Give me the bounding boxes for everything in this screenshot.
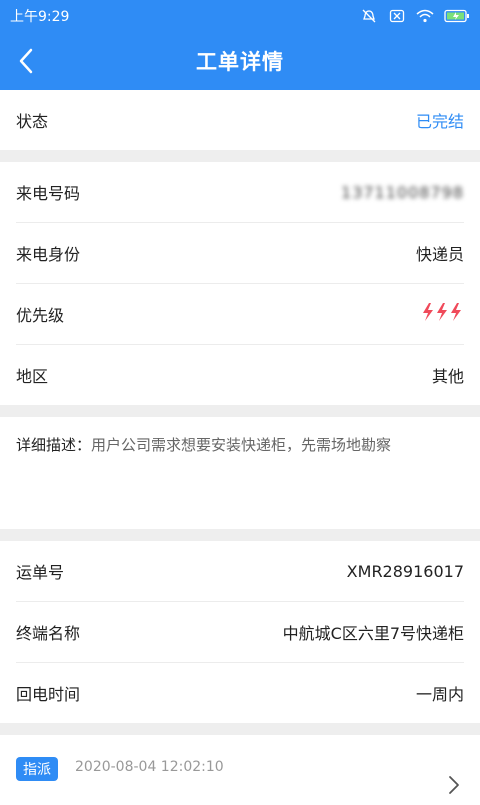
battery-charging-icon [444, 9, 470, 23]
description-text: 用户公司需求想要安装快递柜，先需场地勘察 [91, 436, 392, 454]
back-arrow-icon [19, 48, 33, 74]
caller-card: 来电号码 13711008798 来电身份 快递员 优先级 地区 其他 [0, 162, 480, 405]
status-time: 上午9:29 [10, 9, 70, 25]
waybill-row: 运单号 XMR28916017 [16, 541, 464, 602]
caller-phone-row: 来电号码 13711008798 [16, 162, 464, 223]
caller-identity-row: 来电身份 快递员 [16, 223, 464, 284]
page-title: 工单详情 [196, 50, 284, 74]
caller-identity-value: 快递员 [415, 245, 464, 264]
waybill-value: XMR28916017 [346, 561, 464, 581]
callback-time-value: 一周内 [415, 685, 464, 704]
order-card: 运单号 XMR28916017 终端名称 中航城C区六里7号快递柜 回电时间 一… [0, 541, 480, 723]
status-value: 已完结 [415, 112, 464, 131]
status-bar: 上午9:29 [0, 0, 480, 32]
wifi-icon [416, 9, 434, 23]
region-value: 其他 [431, 367, 464, 386]
priority-lightning-icon [420, 302, 464, 326]
caller-identity-label: 来电身份 [16, 245, 81, 264]
status-icons [360, 9, 470, 23]
app-header: 工单详情 [0, 32, 480, 90]
log-entry[interactable]: 指派 2020-08-04 12:02:10 [0, 735, 480, 805]
region-row: 地区 其他 [16, 345, 464, 405]
terminal-row: 终端名称 中航城C区六里7号快递柜 [16, 602, 464, 663]
callback-time-row: 回电时间 一周内 [16, 663, 464, 723]
callback-time-label: 回电时间 [16, 685, 81, 704]
terminal-value: 中航城C区六里7号快递柜 [282, 624, 464, 643]
no-sim-icon [388, 9, 406, 23]
caller-phone-value: 13711008798 [341, 182, 464, 202]
status-row: 状态 已完结 [16, 90, 464, 150]
log-timestamp: 2020-08-04 12:02:10 [75, 759, 224, 775]
description-label: 详细描述： [16, 436, 92, 454]
waybill-label: 运单号 [16, 563, 65, 582]
description-card: 详细描述： 用户公司需求想要安装快递柜，先需场地勘察 [0, 417, 480, 529]
status-card: 状态 已完结 [0, 90, 480, 150]
terminal-label: 终端名称 [16, 624, 81, 643]
back-button[interactable] [18, 32, 58, 90]
priority-label: 优先级 [16, 306, 65, 325]
mute-alarm-icon [360, 9, 378, 23]
caller-phone-label: 来电号码 [16, 184, 81, 203]
assign-badge: 指派 [16, 757, 58, 781]
priority-row: 优先级 [16, 284, 464, 345]
status-label: 状态 [16, 112, 49, 131]
region-label: 地区 [16, 367, 49, 386]
chevron-right-icon [448, 775, 460, 799]
